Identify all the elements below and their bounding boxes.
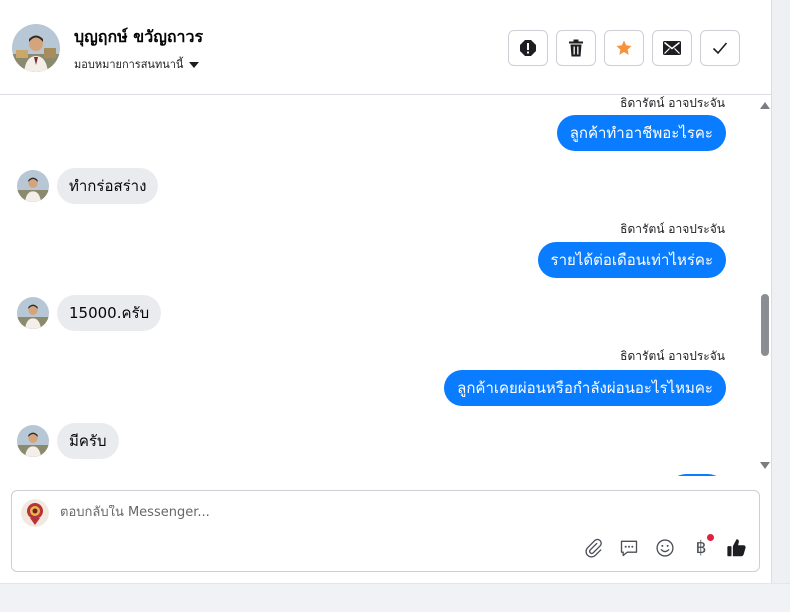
saved-reply-button[interactable] — [618, 537, 640, 559]
emoji-icon — [656, 539, 674, 557]
baht-payment-icon: ฿ — [695, 538, 707, 558]
contact-avatar-small[interactable] — [17, 297, 49, 329]
incoming-message[interactable]: 15000.ครับ — [57, 295, 162, 331]
notification-dot — [707, 534, 714, 541]
page-footer-area — [0, 583, 790, 612]
message-sender-name: ธิดารัตน์ อาจประจัน — [620, 349, 725, 363]
assign-label: มอบหมายการสนทนานี้ — [74, 58, 184, 71]
payment-button[interactable]: ฿ — [690, 534, 714, 559]
composer-tools: ฿ — [582, 534, 748, 559]
page-background — [772, 0, 790, 612]
emoji-button[interactable] — [654, 537, 676, 559]
outgoing-message[interactable]: รายได้ต่อเดือนเท่าไหร่คะ — [537, 242, 726, 278]
assign-conversation-dropdown[interactable]: มอบหมายการสนทนานี้ — [74, 55, 200, 73]
scroll-up-arrow-icon[interactable] — [760, 102, 770, 109]
reply-composer: ฿ — [11, 490, 760, 572]
report-spam-button[interactable] — [508, 30, 548, 66]
contact-photo-icon — [17, 170, 49, 202]
contact-avatar[interactable] — [12, 24, 60, 72]
contact-photo-icon — [17, 425, 49, 457]
message-sender-name: ธิดารัตน์ อาจประจัน — [620, 96, 725, 110]
mark-unread-button[interactable] — [652, 30, 692, 66]
incoming-message-row: มีครับ — [17, 423, 119, 459]
star-button[interactable] — [604, 30, 644, 66]
incoming-message-row: ทำกร่อสร่าง — [17, 168, 159, 204]
saved-reply-icon — [620, 540, 638, 557]
scrollbar-thumb[interactable] — [761, 294, 769, 356]
star-icon — [616, 40, 632, 55]
caret-down-icon — [189, 61, 200, 68]
conversation-panel: บุญฤกษ์ ขวัญถาวร มอบหมายการสนทนานี้ ธิดา… — [0, 0, 772, 583]
contact-photo-icon — [12, 24, 60, 72]
like-button[interactable] — [726, 537, 748, 559]
alert-icon — [520, 40, 536, 56]
check-icon — [712, 42, 728, 55]
message-list[interactable]: ธิดารัตน์ อาจประจัน ลูกค้าทำอาชีพอะไรคะ … — [0, 96, 771, 476]
reply-input[interactable] — [60, 505, 700, 520]
incoming-message[interactable]: มีครับ — [57, 423, 119, 459]
outgoing-message[interactable]: ลูกค้าเคยผ่อนหรือกำลังผ่อนอะไรไหมคะ — [444, 370, 726, 406]
incoming-message[interactable]: ทำกร่อสร่าง — [57, 168, 159, 204]
contact-avatar-small[interactable] — [17, 170, 49, 202]
trash-icon — [569, 39, 583, 57]
scroll-down-arrow-icon[interactable] — [760, 462, 770, 469]
page-avatar — [21, 499, 49, 527]
envelope-icon — [663, 41, 681, 55]
paperclip-icon — [585, 538, 602, 558]
outgoing-message[interactable]: ลูกค้าทำอาชีพอะไรคะ — [556, 115, 726, 151]
incoming-message-row: 15000.ครับ — [17, 295, 162, 331]
page-logo-icon — [21, 499, 49, 527]
attach-button[interactable] — [582, 537, 604, 559]
contact-photo-icon — [17, 297, 49, 329]
message-sender-name: ธิดารัตน์ อาจประจัน — [620, 222, 725, 236]
thumbs-up-icon — [727, 539, 746, 557]
mark-done-button[interactable] — [700, 30, 740, 66]
contact-avatar-small[interactable] — [17, 425, 49, 457]
conversation-header: บุญฤกษ์ ขวัญถาวร มอบหมายการสนทนานี้ — [0, 0, 771, 95]
contact-name: บุญฤกษ์ ขวัญถาวร — [74, 27, 204, 46]
header-actions — [508, 30, 740, 66]
delete-button[interactable] — [556, 30, 596, 66]
outgoing-message-partial[interactable] — [668, 474, 726, 476]
